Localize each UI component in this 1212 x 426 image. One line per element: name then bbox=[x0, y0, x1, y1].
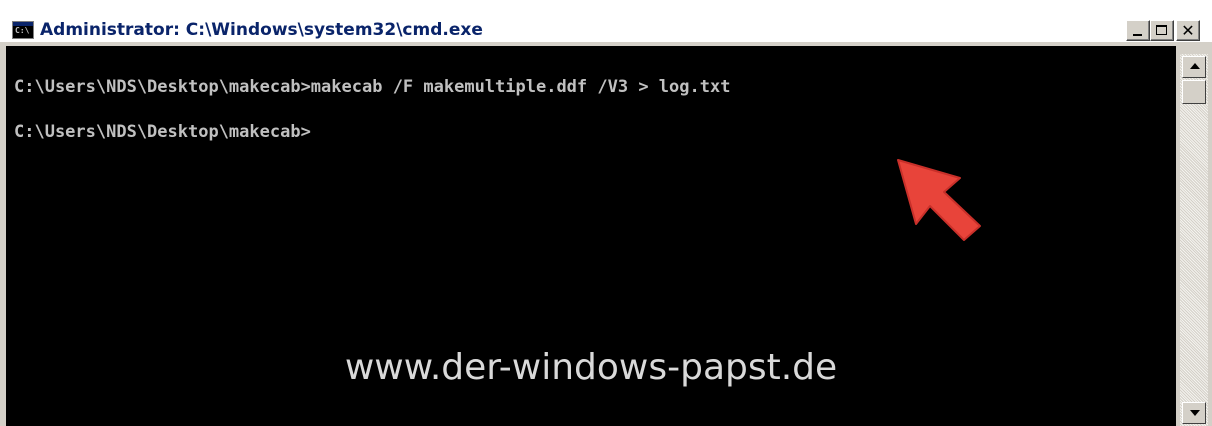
minimize-button[interactable] bbox=[1126, 20, 1150, 41]
pointer-arrow-icon bbox=[897, 159, 981, 241]
close-button[interactable]: ✕ bbox=[1176, 20, 1200, 41]
scroll-down-button[interactable] bbox=[1182, 402, 1206, 424]
title-bar[interactable]: C:\ Administrator: C:\Windows\system32\c… bbox=[0, 0, 1212, 42]
cmd-console-icon[interactable]: C:\ bbox=[12, 21, 34, 39]
pointer-arrow-shape bbox=[897, 159, 981, 241]
watermark-text: www.der-windows-papst.de bbox=[344, 347, 838, 388]
scroll-up-arrow-icon bbox=[1190, 63, 1200, 69]
app-icon-text: C:\ bbox=[15, 26, 30, 35]
close-icon: ✕ bbox=[1181, 21, 1195, 40]
maximize-icon bbox=[1156, 25, 1167, 35]
console-output[interactable]: C:\Users\NDS\Desktop\makecab>makecab /F … bbox=[6, 46, 1176, 426]
maximize-button[interactable] bbox=[1150, 20, 1174, 41]
window-title: Administrator: C:\Windows\system32\cmd.e… bbox=[40, 20, 483, 40]
vertical-scrollbar[interactable] bbox=[1180, 54, 1208, 426]
scroll-thumb[interactable] bbox=[1182, 80, 1206, 104]
scroll-down-arrow-icon bbox=[1190, 410, 1200, 416]
minimize-icon bbox=[1133, 34, 1142, 36]
console-line-command: C:\Users\NDS\Desktop\makecab>makecab /F … bbox=[14, 77, 731, 97]
scroll-up-button[interactable] bbox=[1182, 56, 1206, 78]
cmd-window: C:\ Administrator: C:\Windows\system32\c… bbox=[0, 0, 1212, 426]
console-line-prompt: C:\Users\NDS\Desktop\makecab> bbox=[14, 122, 311, 142]
